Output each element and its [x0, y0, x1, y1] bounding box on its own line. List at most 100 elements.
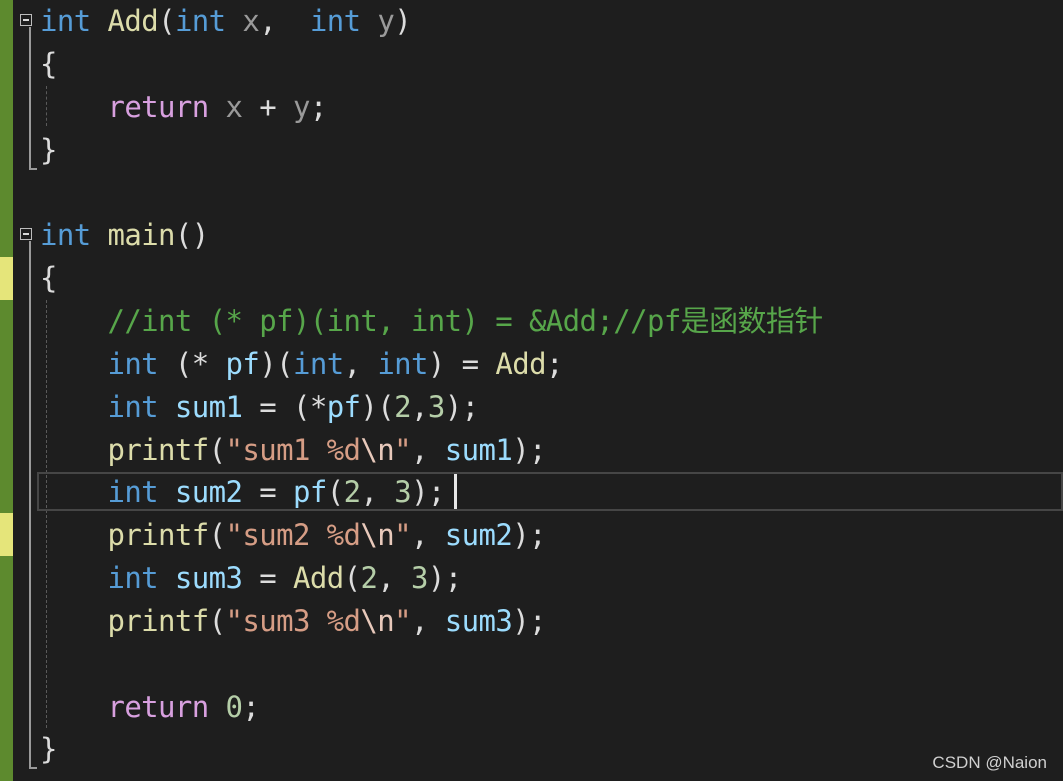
code-line[interactable]: }	[40, 129, 57, 172]
punctuation-token: ;	[545, 347, 563, 381]
code-line[interactable]: printf("sum2 %d\n", sum2);	[40, 514, 546, 557]
punctuation-token: );	[411, 475, 445, 509]
keyword-token: int	[107, 561, 159, 595]
code-line-current[interactable]: int sum2 = pf(2, 3);	[40, 471, 445, 514]
change-marker-saved	[0, 300, 13, 513]
brace-token: }	[40, 133, 57, 167]
punctuation-token: );	[427, 561, 462, 595]
punctuation-token: (	[343, 561, 361, 595]
variable-token: sum3	[444, 604, 513, 638]
punctuation-token: (	[208, 518, 226, 552]
punctuation-token: ,	[411, 604, 445, 638]
function-name-token: Add	[292, 561, 344, 595]
text-caret	[454, 474, 457, 509]
keyword-token: int	[309, 4, 361, 38]
code-line[interactable]: int sum3 = Add(2, 3);	[40, 557, 462, 600]
change-marker-saved	[0, 0, 13, 257]
watermark: CSDN @Naion	[932, 753, 1047, 772]
function-name-token: printf	[107, 604, 209, 638]
function-name-token: printf	[107, 518, 209, 552]
punctuation-token: ,	[411, 518, 445, 552]
punctuation-token: ,	[343, 347, 378, 381]
code-line[interactable]: int main()	[40, 214, 209, 257]
fold-range-end	[29, 767, 37, 769]
keyword-token: int	[377, 347, 428, 381]
variable-token: sum3	[174, 561, 243, 595]
punctuation-token: ;	[242, 690, 260, 724]
code-line[interactable]: printf("sum1 %d\n", sum1);	[40, 429, 546, 472]
escape-token: \n	[360, 604, 395, 638]
code-line[interactable]: //int (* pf)(int, int) = &Add;//pf是函数指针	[40, 300, 823, 343]
keyword-token: int	[174, 4, 226, 38]
parameter-token: y	[293, 90, 310, 124]
variable-token: pf	[326, 390, 361, 424]
variable-token: sum2	[174, 475, 243, 509]
parameter-token: x	[242, 4, 260, 38]
fold-range-line	[29, 241, 31, 769]
punctuation-token: (	[208, 604, 226, 638]
punctuation-token: );	[512, 518, 546, 552]
string-token: "	[394, 518, 411, 552]
keyword-token: int	[107, 475, 159, 509]
code-line[interactable]: return 0;	[40, 686, 259, 729]
code-line[interactable]: return x + y;	[40, 86, 327, 129]
punctuation-token: );	[512, 433, 546, 467]
brace-token: }	[40, 732, 57, 766]
keyword-token: int	[40, 4, 91, 38]
code-line[interactable]: int (* pf)(int, int) = Add;	[40, 343, 563, 386]
punctuation-token: ,	[411, 433, 445, 467]
parameter-token: y	[377, 4, 395, 38]
keyword-token: int	[107, 390, 159, 424]
punctuation-token: )(	[259, 347, 293, 381]
code-line[interactable]: {	[40, 43, 57, 86]
collapse-main-function-icon[interactable]	[20, 228, 32, 240]
punctuation-token: ,	[259, 4, 294, 38]
number-token: 0	[225, 690, 243, 724]
change-marker-unsaved	[0, 257, 13, 300]
code-line[interactable]: int sum1 = (*pf)(2,3);	[40, 386, 479, 429]
code-line[interactable]: {	[40, 257, 57, 300]
code-line[interactable]: printf("sum3 %d\n", sum3);	[40, 600, 546, 643]
variable-token: pf	[292, 475, 327, 509]
punctuation-token: )	[394, 4, 412, 38]
function-name-token: printf	[107, 433, 209, 467]
fold-range-end	[29, 168, 37, 170]
variable-token: sum2	[444, 518, 513, 552]
code-line[interactable]: }	[40, 728, 57, 771]
keyword-token: int	[40, 218, 91, 252]
escape-token: \n	[360, 433, 395, 467]
brace-token: {	[40, 47, 57, 81]
number-token: 3	[427, 390, 445, 424]
code-line[interactable]: int Add(int x, int y)	[40, 0, 412, 43]
number-token: 2	[360, 561, 378, 595]
number-token: 2	[343, 475, 361, 509]
punctuation-token: (	[158, 4, 175, 38]
operator-token: =	[242, 475, 293, 509]
punctuation-token: )	[427, 347, 445, 381]
string-token: "	[394, 433, 411, 467]
string-token: "	[394, 604, 411, 638]
operator-token: = (*	[242, 390, 327, 424]
number-token: 2	[394, 390, 412, 424]
operator-token: =	[444, 347, 496, 381]
function-name-token: Add	[107, 4, 159, 38]
operator-token: +	[259, 90, 277, 124]
punctuation-token: );	[444, 390, 479, 424]
collapse-add-function-icon[interactable]	[20, 14, 32, 26]
variable-token: sum1	[444, 433, 513, 467]
punctuation-token: (	[326, 475, 344, 509]
code-editor[interactable]: int Add(int x, int y) { return x + y; } …	[0, 0, 1063, 781]
function-name-token: Add	[495, 347, 546, 381]
punctuation-token: ,	[360, 475, 395, 509]
punctuation-token: ()	[174, 218, 209, 252]
fold-range-line	[29, 27, 31, 170]
change-marker-unsaved	[0, 513, 13, 556]
variable-token: sum1	[174, 390, 243, 424]
brace-token: {	[40, 261, 57, 295]
parameter-token: x	[225, 90, 243, 124]
punctuation-token: ,	[411, 390, 428, 424]
keyword-token: int	[107, 347, 159, 381]
punctuation-token: ;	[309, 90, 327, 124]
operator-token: =	[242, 561, 293, 595]
string-token: "sum2 %d	[225, 518, 361, 552]
